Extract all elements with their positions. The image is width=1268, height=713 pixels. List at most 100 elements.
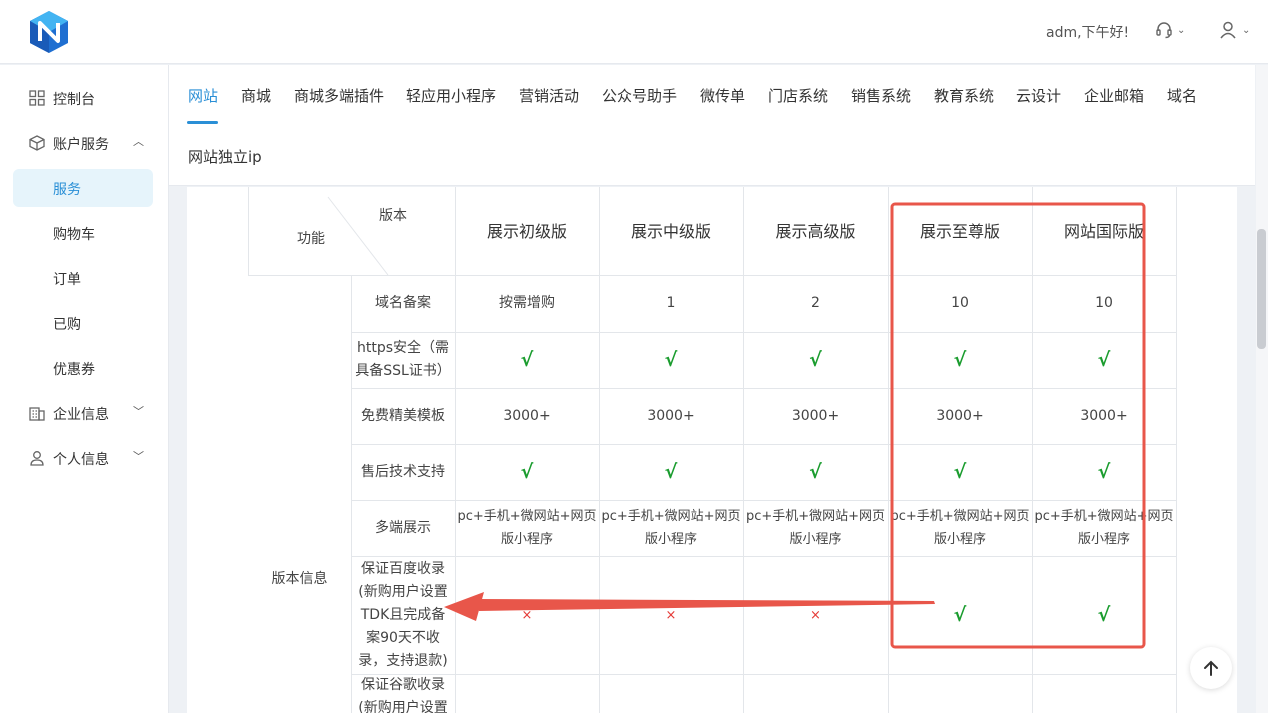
header-function-label: 功能 bbox=[297, 230, 325, 247]
check-icon: √ bbox=[1097, 348, 1111, 371]
user-greeting: adm,下午好! bbox=[1046, 25, 1130, 41]
chevron-down-icon: ⌄ bbox=[1177, 24, 1186, 36]
table-cell: 2 bbox=[811, 295, 820, 311]
sidebar-subitem-label: 已购 bbox=[53, 317, 81, 333]
group-label: 版本信息 bbox=[271, 570, 328, 587]
tab-mall[interactable]: 商城 bbox=[241, 85, 271, 106]
table-cell: 3000+ bbox=[503, 407, 551, 424]
tab-flyer[interactable]: 微传单 bbox=[700, 85, 745, 106]
table-cell: pc+手机+微网站+网页版小程序 bbox=[890, 509, 1030, 547]
tab-mall-plugin[interactable]: 商城多端插件 bbox=[294, 85, 384, 106]
product-tabs: 网站 商城 商城多端插件 轻应用小程序 营销活动 公众号助手 微传单 门店系统 … bbox=[169, 65, 1255, 186]
version-header: 展示至尊版 bbox=[919, 221, 1000, 241]
check-icon: √ bbox=[953, 348, 967, 371]
tab-website[interactable]: 网站 bbox=[188, 85, 218, 106]
sidebar-item-label: 控制台 bbox=[53, 92, 95, 108]
check-icon: √ bbox=[809, 460, 822, 483]
check-icon: √ bbox=[953, 603, 967, 626]
check-icon: √ bbox=[664, 460, 678, 483]
active-tab-indicator bbox=[187, 121, 218, 124]
feature-label: 多端展示 bbox=[375, 519, 431, 536]
tab-cloud-design[interactable]: 云设计 bbox=[1016, 85, 1061, 106]
sidebar-item-label: 账户服务 bbox=[53, 137, 109, 153]
sidebar-item-company-info[interactable]: 企业信息 ﹀ bbox=[0, 393, 169, 433]
sidebar-subitem-cart[interactable]: 购物车 bbox=[13, 214, 153, 252]
scrollbar-thumb[interactable] bbox=[1257, 229, 1266, 349]
check-icon: √ bbox=[664, 348, 678, 371]
sidebar-subitem-label: 优惠券 bbox=[53, 362, 95, 378]
chevron-down-icon: ﹀ bbox=[133, 450, 144, 463]
table-cell: 3000+ bbox=[1080, 407, 1128, 424]
support-menu[interactable]: ⌄ bbox=[1154, 20, 1185, 40]
version-header: 展示中级版 bbox=[630, 221, 711, 241]
brand-logo-icon[interactable] bbox=[28, 10, 70, 54]
check-icon: √ bbox=[1097, 460, 1111, 483]
cross-icon: × bbox=[665, 607, 677, 623]
version-header: 展示高级版 bbox=[775, 221, 856, 241]
table-cell: pc+手机+微网站+网页版小程序 bbox=[745, 509, 886, 547]
table-cell: 3000+ bbox=[936, 407, 984, 424]
feature-label: 售后技术支持 bbox=[361, 463, 445, 480]
cross-icon: × bbox=[521, 607, 533, 623]
feature-label: 保证谷歌收录(新购用户设置 bbox=[358, 677, 448, 713]
tab-enterprise-mail[interactable]: 企业邮箱 bbox=[1084, 85, 1144, 106]
tab-wechat-assistant[interactable]: 公众号助手 bbox=[602, 85, 677, 106]
sidebar-item-label: 企业信息 bbox=[53, 407, 109, 423]
tab-education-system[interactable]: 教育系统 bbox=[934, 85, 994, 106]
sidebar-subitem-service[interactable]: 服务 bbox=[13, 169, 153, 207]
sidebar-item-label: 个人信息 bbox=[53, 452, 109, 468]
table-cell: 按需增购 bbox=[499, 295, 555, 311]
tab-domain[interactable]: 域名 bbox=[1167, 85, 1197, 106]
check-icon: √ bbox=[809, 348, 822, 371]
back-to-top-button[interactable] bbox=[1190, 647, 1232, 689]
header-diagonal bbox=[327, 196, 389, 275]
tab-marketing[interactable]: 营销活动 bbox=[519, 85, 579, 106]
person-icon bbox=[30, 451, 44, 466]
tab-sales-system[interactable]: 销售系统 bbox=[851, 85, 911, 106]
header-version-label: 版本 bbox=[379, 207, 407, 224]
sidebar-subitem-coupons[interactable]: 优惠券 bbox=[13, 349, 153, 387]
version-comparison-table: 版本 功能 展示初级版 展示中级版 展示高级版 展示至尊版 网站国际版 版本信息… bbox=[248, 187, 1177, 713]
sidebar-item-account-services[interactable]: 账户服务 ︿ bbox=[0, 123, 169, 163]
table-cell: pc+手机+微网站+网页版小程序 bbox=[457, 509, 597, 547]
feature-label: 域名备案 bbox=[375, 295, 431, 311]
version-header: 展示初级版 bbox=[486, 221, 567, 241]
sidebar: 控制台 账户服务 ︿ 服务 购物车 订单 已购 优惠券 企业信息 ﹀ 个人信息 … bbox=[0, 65, 169, 713]
chevron-up-icon: ︿ bbox=[133, 135, 144, 148]
grid-icon bbox=[29, 90, 45, 106]
sidebar-item-personal-info[interactable]: 个人信息 ﹀ bbox=[0, 438, 169, 478]
table-cell: 3000+ bbox=[647, 407, 695, 424]
tab-store-system[interactable]: 门店系统 bbox=[768, 85, 828, 106]
top-header: adm,下午好! ⌄ ⌄ bbox=[0, 0, 1268, 64]
table-cell: 10 bbox=[1095, 295, 1113, 311]
building-icon bbox=[29, 407, 45, 421]
table-cell: 1 bbox=[666, 295, 676, 311]
page-scrollbar[interactable] bbox=[1256, 65, 1268, 713]
table-cell: 10 bbox=[951, 295, 969, 311]
cross-icon: × bbox=[810, 607, 821, 623]
tab-mini-program[interactable]: 轻应用小程序 bbox=[406, 85, 496, 106]
user-menu[interactable]: ⌄ bbox=[1219, 20, 1250, 40]
sidebar-subitem-orders[interactable]: 订单 bbox=[13, 259, 153, 297]
version-comparison-panel: 版本 功能 展示初级版 展示中级版 展示高级版 展示至尊版 网站国际版 版本信息… bbox=[187, 187, 1237, 713]
feature-label: 免费精美模板 bbox=[361, 407, 445, 424]
arrow-up-icon bbox=[1204, 660, 1218, 676]
table-cell: pc+手机+微网站+网页版小程序 bbox=[601, 509, 741, 547]
chevron-down-icon: ﹀ bbox=[133, 405, 144, 418]
sidebar-subitem-purchased[interactable]: 已购 bbox=[13, 304, 153, 342]
sidebar-subitem-label: 订单 bbox=[53, 272, 81, 288]
headset-icon bbox=[1156, 22, 1172, 39]
version-header: 网站国际版 bbox=[1063, 221, 1144, 241]
check-icon: √ bbox=[520, 348, 534, 371]
cube-icon bbox=[29, 135, 45, 151]
tab-dedicated-ip[interactable]: 网站独立ip bbox=[188, 146, 262, 167]
check-icon: √ bbox=[1097, 603, 1111, 626]
check-icon: √ bbox=[953, 460, 967, 483]
sidebar-item-dashboard[interactable]: 控制台 bbox=[0, 78, 169, 118]
table-cell: 3000+ bbox=[791, 407, 840, 424]
chevron-down-icon: ⌄ bbox=[1242, 24, 1251, 36]
sidebar-subitem-label: 服务 bbox=[53, 182, 81, 198]
sidebar-subitem-label: 购物车 bbox=[53, 227, 95, 243]
feature-label: 保证百度收录(新购用户设置TDK且完成备案90天不收录，支持退款) bbox=[358, 560, 448, 669]
user-icon bbox=[1220, 21, 1236, 39]
